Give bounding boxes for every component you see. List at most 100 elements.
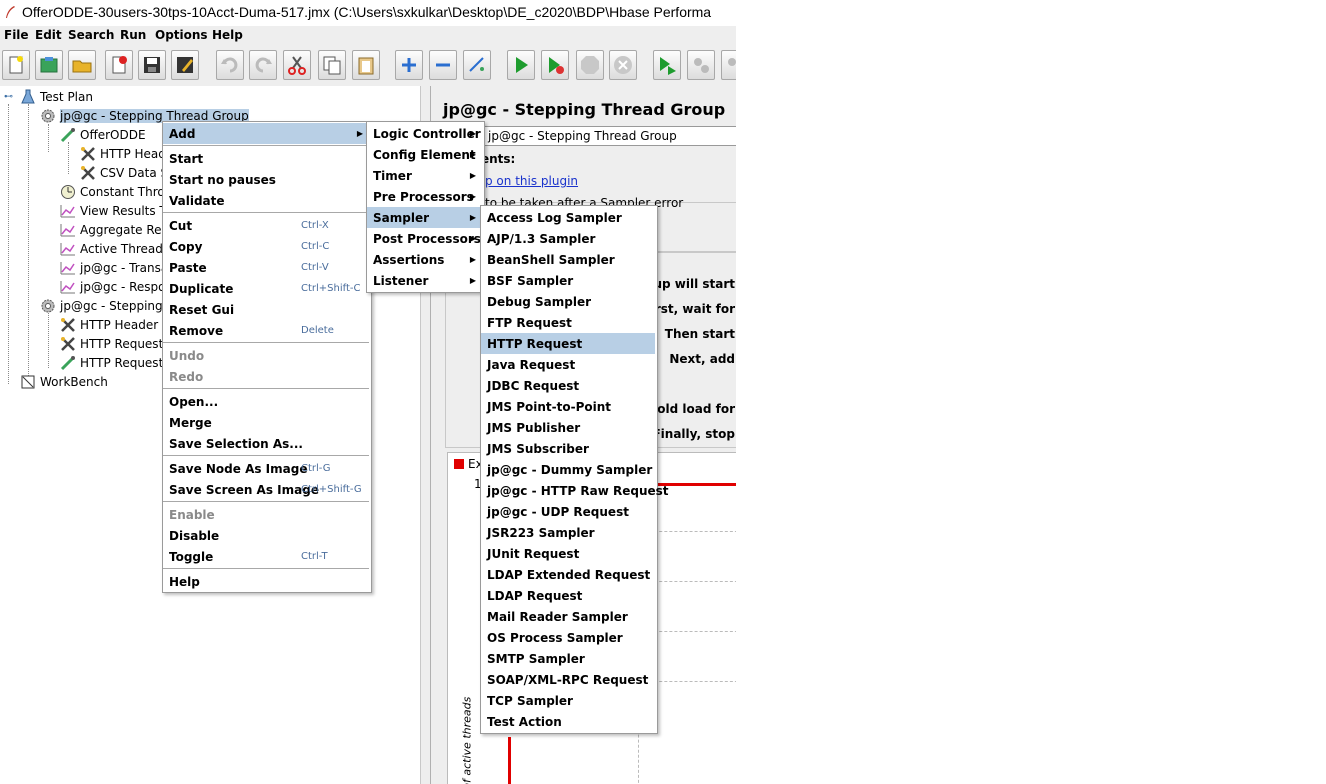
sampler-menu-item-bsf-sampler[interactable]: BSF Sampler (481, 270, 655, 291)
add-submenu-item-pre-processors[interactable]: Pre Processors ▶ (367, 186, 482, 207)
tree-node-active-threads[interactable]: Active Threads (60, 240, 169, 258)
redo-button[interactable] (249, 50, 277, 80)
sampler-menu-item-tcp-sampler[interactable]: TCP Sampler (481, 690, 655, 711)
menu-options[interactable]: Options (155, 28, 208, 42)
context-menu-item-cut[interactable]: Cut Ctrl-X (163, 215, 369, 236)
tree-node-aggregate-report[interactable]: Aggregate Rep (60, 221, 169, 239)
sampler-menu-item-jp-gc-http-raw-request[interactable]: jp@gc - HTTP Raw Request (481, 480, 669, 501)
save-as-button[interactable] (171, 50, 199, 80)
cut-button[interactable] (283, 50, 311, 80)
new-button[interactable] (2, 50, 30, 80)
sampler-menu-item-mail-reader-sampler[interactable]: Mail Reader Sampler (481, 606, 655, 627)
tree-node-csv-data[interactable]: CSV Data S (80, 164, 168, 182)
context-menu-item-toggle[interactable]: Toggle Ctrl-T (163, 546, 369, 567)
add-submenu-item-timer[interactable]: Timer ▶ (367, 165, 482, 186)
sampler-menu-item-junit-request[interactable]: JUnit Request (481, 543, 655, 564)
help-plugin-link[interactable]: p on this plugin (485, 174, 578, 188)
sampler-menu-item-jp-gc-dummy-sampler[interactable]: jp@gc - Dummy Sampler (481, 459, 655, 480)
tree-node-transactions[interactable]: jp@gc - Transa (60, 259, 168, 277)
collapse-all-button[interactable] (429, 50, 457, 80)
sampler-menu-item-soap-xml-rpc-request[interactable]: SOAP/XML-RPC Request (481, 669, 655, 690)
open-button[interactable] (68, 50, 96, 80)
tree-node-view-results[interactable]: View Results T (60, 202, 167, 220)
menu-item-label: SMTP Sampler (487, 651, 585, 666)
toggle-button[interactable] (463, 50, 491, 80)
context-menu-item-remove[interactable]: Remove Delete (163, 320, 369, 341)
context-menu-item-save-selection-as[interactable]: Save Selection As... (163, 433, 369, 454)
add-submenu-item-logic-controller[interactable]: Logic Controller ▶ (367, 123, 482, 144)
context-menu-item-save-screen-as-image[interactable]: Save Screen As Image Ctrl+Shift-G (163, 479, 369, 500)
sampler-menu-item-ldap-request[interactable]: LDAP Request (481, 585, 655, 606)
remote-start-button[interactable] (653, 50, 681, 80)
sampler-menu-item-ftp-request[interactable]: FTP Request (481, 312, 655, 333)
menu-search[interactable]: Search (68, 28, 114, 42)
sampler-menu-item-test-action[interactable]: Test Action (481, 711, 655, 732)
name-field[interactable]: jp@gc - Stepping Thread Group (481, 126, 736, 146)
comments-label: ents: (481, 152, 516, 166)
tree-node-http-header-2[interactable]: HTTP Header I (60, 316, 166, 334)
tree-node-test-plan[interactable]: Test Plan (20, 88, 93, 106)
copy-button[interactable] (318, 50, 346, 80)
expand-toggle[interactable]: ⊷ (4, 92, 13, 102)
context-menu-item-disable[interactable]: Disable (163, 525, 369, 546)
context-menu-item-start-no-pauses[interactable]: Start no pauses (163, 169, 369, 190)
save-button[interactable] (138, 50, 166, 80)
listener-icon (60, 205, 75, 218)
undo-button[interactable] (216, 50, 244, 80)
stop-button[interactable] (576, 50, 604, 80)
menu-edit[interactable]: Edit (35, 28, 62, 42)
context-menu-item-duplicate[interactable]: Duplicate Ctrl+Shift-C (163, 278, 369, 299)
tree-node-http-request[interactable]: HTTP Request (60, 354, 163, 372)
start-button[interactable] (507, 50, 535, 80)
add-submenu-item-listener[interactable]: Listener ▶ (367, 270, 482, 291)
remote-stop-button[interactable] (687, 50, 715, 80)
context-menu-item-validate[interactable]: Validate (163, 190, 369, 211)
sampler-menu-item-jms-point-to-point[interactable]: JMS Point-to-Point (481, 396, 655, 417)
sampler-menu-item-ajp-1-3-sampler[interactable]: AJP/1.3 Sampler (481, 228, 655, 249)
context-menu-item-merge[interactable]: Merge (163, 412, 369, 433)
tree-node-response-times[interactable]: jp@gc - Respo (60, 278, 166, 296)
sampler-menu-item-ldap-extended-request[interactable]: LDAP Extended Request (481, 564, 655, 585)
sampler-menu-item-beanshell-sampler[interactable]: BeanShell Sampler (481, 249, 655, 270)
tree-node-stepping-thread-group-2[interactable]: jp@gc - Stepping T (40, 297, 174, 315)
tree-node-offerodde[interactable]: OfferODDE (60, 126, 146, 144)
context-menu-item-save-node-as-image[interactable]: Save Node As Image Ctrl-G (163, 458, 369, 479)
sampler-menu-item-jms-publisher[interactable]: JMS Publisher (481, 417, 655, 438)
close-button[interactable] (105, 50, 133, 80)
context-menu-item-help[interactable]: Help (163, 571, 369, 592)
sampler-menu-item-os-process-sampler[interactable]: OS Process Sampler (481, 627, 655, 648)
sampler-menu-item-java-request[interactable]: Java Request (481, 354, 655, 375)
sampler-menu-item-jms-subscriber[interactable]: JMS Subscriber (481, 438, 655, 459)
paste-button[interactable] (352, 50, 380, 80)
shutdown-button[interactable] (609, 50, 637, 80)
start-no-pauses-button[interactable] (541, 50, 569, 80)
add-submenu-item-assertions[interactable]: Assertions ▶ (367, 249, 482, 270)
tree-node-constant-throughput[interactable]: Constant Thro (60, 183, 165, 201)
sampler-menu-item-jp-gc-udp-request[interactable]: jp@gc - UDP Request (481, 501, 655, 522)
add-submenu-item-config-element[interactable]: Config Element ▶ (367, 144, 482, 165)
menu-run[interactable]: Run (120, 28, 146, 42)
add-submenu-item-sampler[interactable]: Sampler ▶ (367, 207, 482, 228)
context-menu-item-reset-gui[interactable]: Reset Gui (163, 299, 369, 320)
context-menu-item-add[interactable]: Add ▶ (163, 123, 369, 144)
menu-item-label: JMS Subscriber (487, 441, 589, 456)
sampler-menu-item-debug-sampler[interactable]: Debug Sampler (481, 291, 655, 312)
sampler-menu-item-jdbc-request[interactable]: JDBC Request (481, 375, 655, 396)
context-menu-item-copy[interactable]: Copy Ctrl-C (163, 236, 369, 257)
templates-button[interactable] (35, 50, 63, 80)
tree-node-http-header[interactable]: HTTP Head (80, 145, 166, 163)
sampler-menu-item-jsr223-sampler[interactable]: JSR223 Sampler (481, 522, 655, 543)
tree-node-http-request-defaults[interactable]: HTTP Request (60, 335, 163, 353)
menu-file[interactable]: File (4, 28, 29, 42)
remote-exit-button[interactable] (721, 50, 736, 80)
menu-help[interactable]: Help (212, 28, 243, 42)
sampler-menu-item-access-log-sampler[interactable]: Access Log Sampler (481, 207, 655, 228)
context-menu-item-open[interactable]: Open... (163, 391, 369, 412)
context-menu-item-start[interactable]: Start (163, 148, 369, 169)
add-submenu-item-post-processors[interactable]: Post Processors ▶ (367, 228, 482, 249)
tree-node-workbench[interactable]: WorkBench (20, 373, 108, 391)
context-menu-item-paste[interactable]: Paste Ctrl-V (163, 257, 369, 278)
expand-all-button[interactable] (395, 50, 423, 80)
sampler-menu-item-http-request[interactable]: HTTP Request (481, 333, 655, 354)
sampler-menu-item-smtp-sampler[interactable]: SMTP Sampler (481, 648, 655, 669)
